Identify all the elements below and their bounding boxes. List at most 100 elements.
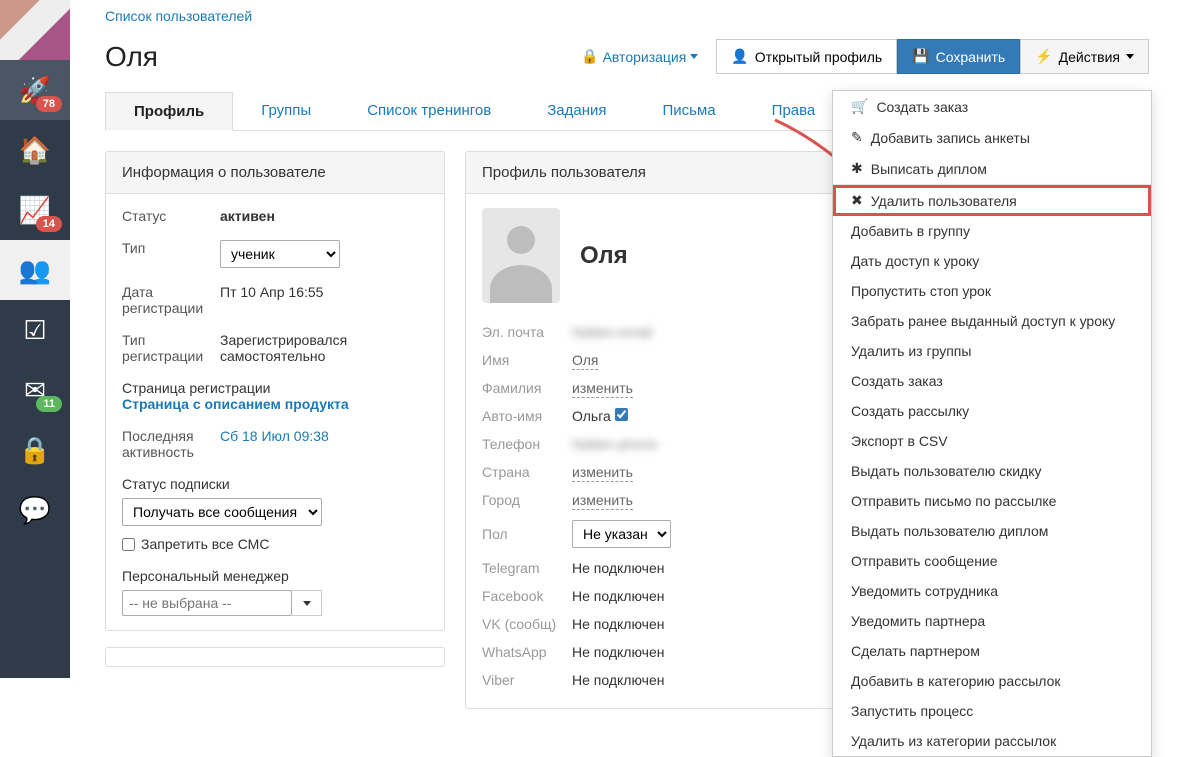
regpage-link[interactable]: Страница с описанием продукта: [122, 396, 349, 412]
lock-icon: 🔒: [581, 48, 598, 65]
menu-item[interactable]: Отправить сообщение: [833, 546, 1151, 576]
field-label: Viber: [482, 672, 572, 688]
actions-label: Действия: [1059, 49, 1120, 65]
breadcrumb[interactable]: Список пользователей: [105, 8, 1149, 24]
save-label: Сохранить: [936, 49, 1006, 65]
menu-label: Удалить пользователя: [871, 193, 1017, 209]
menu-item[interactable]: Добавить в группу: [833, 216, 1151, 246]
menu-label: Создать рассылку: [851, 403, 969, 419]
autoname-checkbox[interactable]: [615, 408, 628, 421]
menu-item[interactable]: Экспорт в CSV: [833, 426, 1151, 456]
field-label: Город: [482, 492, 572, 508]
type-label: Тип: [122, 240, 220, 268]
no-sms-checkbox[interactable]: [122, 538, 135, 551]
menu-label: Добавить запись анкеты: [871, 130, 1030, 146]
auth-label: Авторизация: [603, 49, 687, 65]
safe-icon: 🔒: [19, 437, 51, 463]
person-icon: 👤: [731, 48, 748, 65]
menu-item[interactable]: ✎Добавить запись анкеты: [833, 122, 1151, 153]
menu-label: Забрать ранее выданный доступ к уроку: [851, 313, 1115, 329]
field-label: WhatsApp: [482, 644, 572, 660]
no-sms-label: Запретить все СМС: [141, 536, 269, 552]
actions-button[interactable]: ⚡ Действия: [1020, 39, 1149, 74]
menu-item[interactable]: ✱Выписать диплом: [833, 153, 1151, 184]
regdate-value: Пт 10 Апр 16:55: [220, 284, 428, 316]
menu-label: Отправить письмо по рассылке: [851, 493, 1056, 509]
regpage-label: Страница регистрации: [122, 380, 428, 396]
menu-label: Создать заказ: [876, 99, 968, 115]
nav-users[interactable]: 👥: [0, 240, 70, 300]
substatus-select[interactable]: Получать все сообщения: [122, 498, 322, 526]
menu-label: Уведомить партнера: [851, 613, 985, 629]
badge-chart: 14: [36, 216, 62, 232]
menu-item[interactable]: Отправить письмо по рассылке: [833, 486, 1151, 516]
info-panel-title: Информация о пользователе: [106, 152, 444, 194]
page-title: Оля: [105, 41, 158, 73]
manager-input[interactable]: [122, 590, 292, 616]
nav-check[interactable]: ☑: [0, 300, 70, 360]
tab-0[interactable]: Профиль: [105, 92, 233, 131]
menu-label: Удалить из группы: [851, 343, 971, 359]
menu-item[interactable]: Добавить в категорию рассылок: [833, 666, 1151, 696]
menu-label: Пропустить стоп урок: [851, 283, 991, 299]
regtype-label: Тип регистрации: [122, 332, 220, 364]
menu-label: Сделать партнером: [851, 643, 980, 659]
manager-picker[interactable]: [292, 590, 322, 616]
menu-item[interactable]: Дать доступ к уроку: [833, 246, 1151, 276]
tab-3[interactable]: Задания: [519, 92, 634, 130]
auth-link[interactable]: 🔒 Авторизация: [581, 48, 698, 65]
menu-item[interactable]: Удалить из категории рассылок: [833, 726, 1151, 756]
field-label: Фамилия: [482, 380, 572, 396]
menu-item[interactable]: Создать рассылку: [833, 396, 1151, 426]
status-value: активен: [220, 208, 275, 224]
tab-1[interactable]: Группы: [233, 92, 339, 130]
menu-item[interactable]: Создать заказ: [833, 366, 1151, 396]
regtype-value: Зарегистрировался самостоятельно: [220, 332, 428, 364]
menu-item[interactable]: Уведомить партнера: [833, 606, 1151, 636]
save-icon: 💾: [912, 48, 929, 65]
user-photo[interactable]: [0, 0, 70, 60]
open-profile-label: Открытый профиль: [755, 49, 882, 65]
tab-5[interactable]: Права: [744, 92, 844, 130]
menu-item[interactable]: Выдать пользователю диплом: [833, 516, 1151, 546]
menu-label: Удалить из категории рассылок: [851, 733, 1056, 749]
save-button[interactable]: 💾 Сохранить: [897, 39, 1020, 74]
field-label: Пол: [482, 526, 572, 542]
menu-label: Запустить процесс: [851, 703, 973, 719]
tab-4[interactable]: Письма: [635, 92, 744, 130]
badge-rocket: 78: [36, 96, 62, 112]
tab-2[interactable]: Список тренингов: [339, 92, 519, 130]
field-label: Эл. почта: [482, 324, 572, 340]
substatus-label: Статус подписки: [122, 476, 428, 492]
menu-item[interactable]: Запустить процесс: [833, 696, 1151, 726]
home-icon: 🏠: [19, 137, 51, 163]
gender-select[interactable]: Не указан: [572, 520, 671, 548]
nav-chart[interactable]: 📈 14: [0, 180, 70, 240]
menu-item[interactable]: Удалить из группы: [833, 336, 1151, 366]
field-label: Telegram: [482, 560, 572, 576]
open-profile-button[interactable]: 👤 Открытый профиль: [716, 39, 897, 74]
menu-label: Дать доступ к уроку: [851, 253, 979, 269]
menu-icon: ✱: [851, 160, 863, 177]
menu-item[interactable]: 🛒Создать заказ: [833, 91, 1151, 122]
menu-item[interactable]: Сделать партнером: [833, 636, 1151, 666]
menu-item[interactable]: Пропустить стоп урок: [833, 276, 1151, 306]
menu-item[interactable]: Выдать пользователю скидку: [833, 456, 1151, 486]
caret-icon: [690, 54, 698, 59]
nav-rocket[interactable]: 🚀 78: [0, 60, 70, 120]
nav-safe[interactable]: 🔒: [0, 420, 70, 480]
menu-item[interactable]: ✖Удалить пользователя: [833, 185, 1151, 216]
nav-home[interactable]: 🏠: [0, 120, 70, 180]
nav-mail[interactable]: ✉ 11: [0, 360, 70, 420]
chat-icon: 💬: [19, 497, 51, 523]
nav-chat[interactable]: 💬: [0, 480, 70, 540]
status-label: Статус: [122, 208, 220, 224]
field-label: Facebook: [482, 588, 572, 604]
menu-label: Уведомить сотрудника: [851, 583, 998, 599]
menu-label: Создать заказ: [851, 373, 943, 389]
type-select[interactable]: ученик: [220, 240, 340, 268]
field-label: Авто-имя: [482, 408, 572, 424]
menu-item[interactable]: Забрать ранее выданный доступ к уроку: [833, 306, 1151, 336]
manager-label: Персональный менеджер: [122, 568, 428, 584]
menu-item[interactable]: Уведомить сотрудника: [833, 576, 1151, 606]
